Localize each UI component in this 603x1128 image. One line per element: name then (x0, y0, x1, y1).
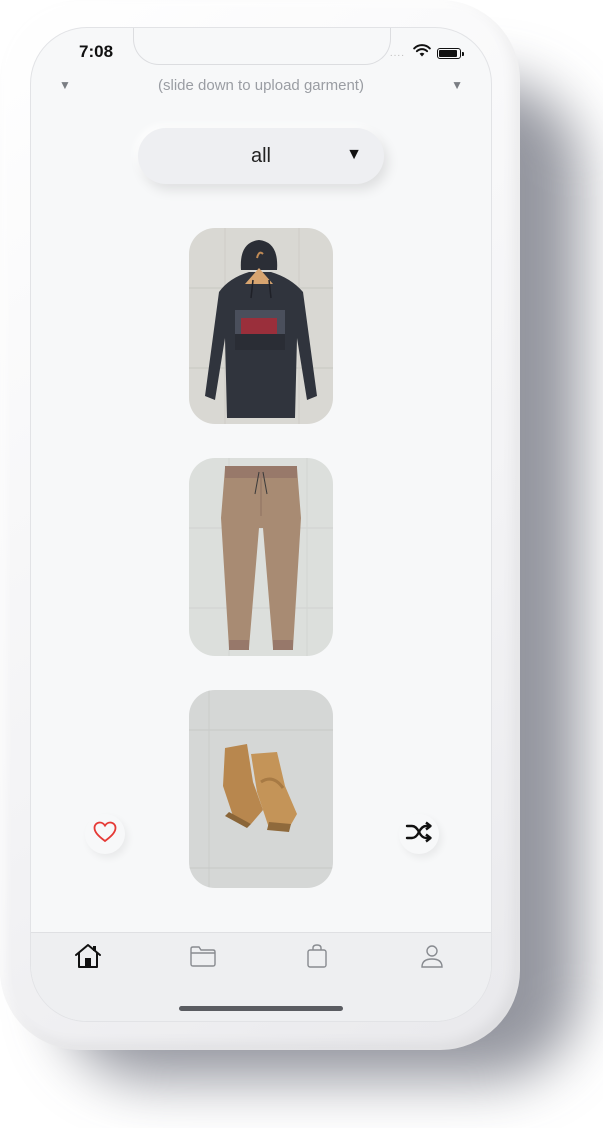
device-notch (133, 28, 391, 65)
garment-card-bottom[interactable] (189, 458, 333, 656)
wifi-icon (413, 44, 431, 62)
pants-photo (189, 458, 333, 656)
home-icon (74, 943, 102, 974)
like-button[interactable] (85, 814, 125, 854)
signal-dots: .... (389, 47, 405, 59)
tab-profile[interactable] (412, 941, 452, 975)
category-dropdown[interactable]: all ▼ (138, 128, 384, 184)
dropdown-caret-icon: ▼ (346, 146, 362, 163)
garment-card-top[interactable] (189, 228, 333, 424)
shoes-photo (189, 690, 333, 888)
status-icons: .... (389, 44, 464, 62)
app-screen: 7:08 .... ▼ (slide down to upload garmen… (31, 28, 491, 1021)
upload-hint-bar[interactable]: ▼ (slide down to upload garment) ▼ (31, 74, 491, 98)
upload-hint-text: (slide down to upload garment) (158, 77, 364, 94)
garment-card-shoes[interactable] (189, 690, 333, 888)
tab-home[interactable] (68, 941, 108, 975)
shopping-bag-icon (305, 943, 329, 974)
shuffle-icon (405, 821, 433, 848)
tab-shop[interactable] (297, 941, 337, 975)
profile-icon (420, 944, 444, 973)
heart-icon (93, 821, 117, 848)
battery-icon (437, 47, 464, 59)
phone-frame: 7:08 .... ▼ (slide down to upload garmen… (0, 0, 520, 1050)
tab-wardrobe[interactable] (183, 941, 223, 975)
status-time: 7:08 (79, 42, 114, 61)
hoodie-photo (189, 228, 333, 424)
pull-down-arrow-icon: ▼ (451, 78, 463, 92)
folder-icon (189, 945, 217, 972)
shuffle-button[interactable] (399, 814, 439, 854)
home-indicator[interactable] (179, 1006, 343, 1011)
